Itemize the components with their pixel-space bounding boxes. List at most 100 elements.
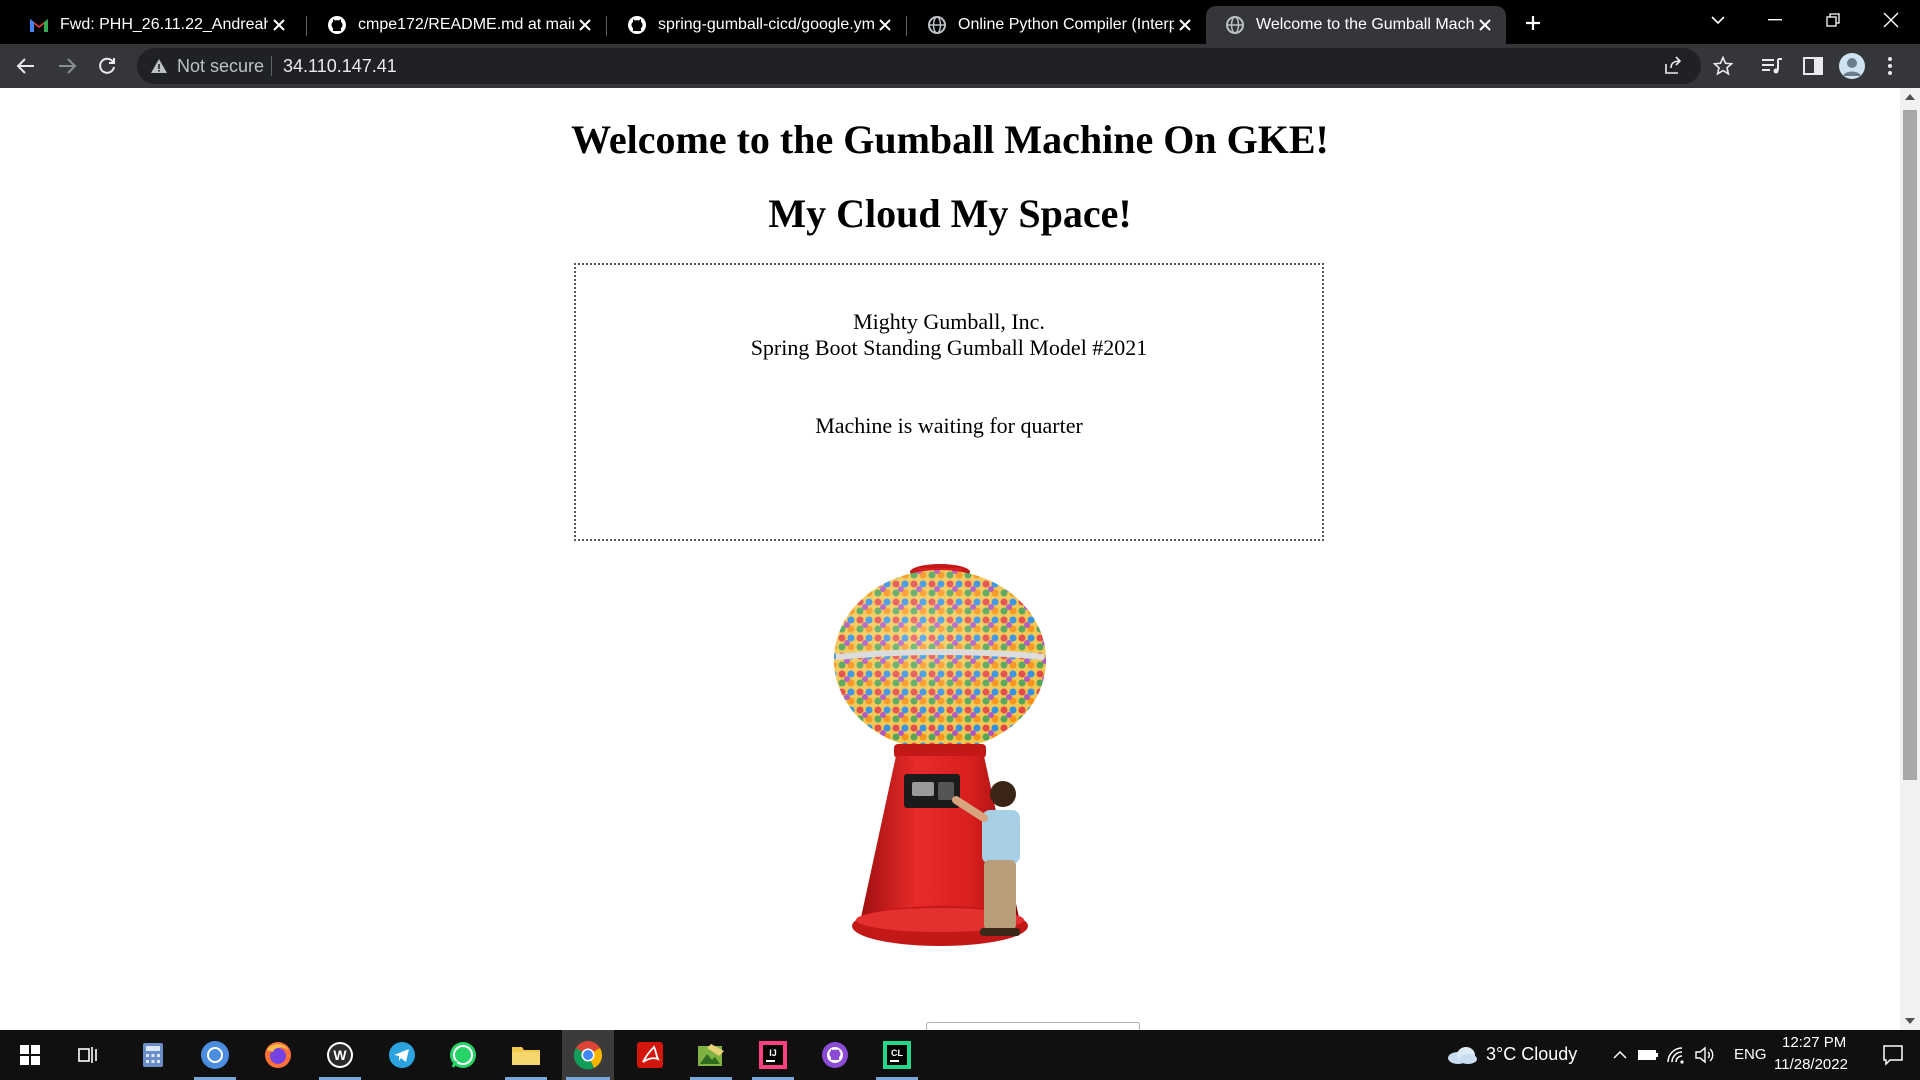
chromium-icon	[201, 1041, 229, 1069]
telegram-icon	[389, 1042, 415, 1068]
chrome-icon	[573, 1041, 603, 1070]
start-button[interactable]	[5, 1030, 55, 1080]
tab-github-readme[interactable]: cmpe172/README.md at main · g	[308, 6, 606, 44]
close-window-button[interactable]	[1864, 0, 1918, 40]
browser-menu-button[interactable]	[1880, 52, 1900, 80]
taskbar-clion[interactable]: CL	[872, 1030, 922, 1080]
clock-time[interactable]: 12:27 PM	[1782, 1034, 1846, 1051]
restore-button[interactable]	[1806, 0, 1860, 40]
reload-button[interactable]	[91, 50, 123, 82]
star-outline-icon	[1713, 56, 1733, 76]
reload-icon	[99, 57, 115, 74]
tab-gmail[interactable]: Fwd: PHH_26.11.22_Andreah - m	[10, 6, 300, 44]
calculator-icon	[143, 1043, 163, 1067]
clion-icon: CL	[883, 1041, 911, 1069]
minimize-icon	[1768, 19, 1782, 21]
close-tab-icon[interactable]	[268, 14, 290, 36]
star-icon[interactable]	[1633, 54, 1657, 78]
windows-taskbar: W IJ CL 3°C Cloudy ENG 12:27 PM 11/28/20…	[0, 1030, 1920, 1080]
forward-button[interactable]	[51, 50, 83, 82]
clock-date[interactable]: 11/28/2022	[1774, 1056, 1848, 1073]
language-indicator[interactable]: ENG	[1734, 1046, 1767, 1063]
machine-status: Machine is waiting for quarter	[815, 413, 1083, 438]
taskbar-whatsapp[interactable]	[438, 1030, 488, 1080]
partial-form-field[interactable]	[926, 1022, 1140, 1030]
tab-title: spring-gumball-cicd/google.yml	[658, 16, 874, 33]
taskbar-acrobat[interactable]	[625, 1030, 675, 1080]
tab-title: Welcome to the Gumball Machin	[1256, 16, 1474, 33]
github-icon	[326, 14, 348, 36]
tab-github-google-yml[interactable]: spring-gumball-cicd/google.yml	[608, 6, 906, 44]
weather-text[interactable]: 3°C Cloudy	[1486, 1044, 1577, 1065]
profile-avatar[interactable]	[1838, 52, 1866, 80]
taskbar-image-viewer[interactable]	[686, 1030, 736, 1080]
taskbar-intellij[interactable]: IJ	[748, 1030, 798, 1080]
w-app-icon: W	[327, 1042, 353, 1068]
notification-center-button[interactable]	[1868, 1030, 1918, 1080]
folder-icon	[512, 1047, 540, 1065]
share-icon[interactable]	[1661, 54, 1685, 78]
show-hidden-icons-button[interactable]	[1608, 1030, 1632, 1080]
weather-widget[interactable]	[1442, 1030, 1482, 1080]
gumball-machine-image	[834, 564, 1046, 946]
minimize-button[interactable]	[1748, 0, 1802, 40]
taskbar-file-explorer[interactable]	[501, 1030, 551, 1080]
taskbar-github-desktop[interactable]	[810, 1030, 860, 1080]
address-separator	[271, 56, 272, 76]
speaker-icon	[1695, 1046, 1714, 1064]
side-panel-icon	[1803, 57, 1823, 75]
tab-python-compiler[interactable]: Online Python Compiler (Interpre	[908, 6, 1206, 44]
whatsapp-icon	[450, 1042, 476, 1068]
scroll-up-icon[interactable]	[1904, 92, 1916, 102]
arrow-left-icon	[16, 58, 34, 74]
bookmark-star-button[interactable]	[1709, 52, 1737, 80]
taskbar-firefox[interactable]	[253, 1030, 303, 1080]
network-status[interactable]	[1664, 1030, 1688, 1080]
tab-title: Fwd: PHH_26.11.22_Andreah - m	[60, 16, 268, 33]
new-tab-button[interactable]	[1518, 8, 1548, 38]
model-name: Spring Boot Standing Gumball Model #2021	[750, 335, 1148, 360]
svg-text:CL: CL	[891, 1048, 903, 1058]
restore-icon	[1826, 13, 1840, 27]
security-status[interactable]: Not secure	[177, 56, 264, 77]
taskbar-webstorm[interactable]: W	[315, 1030, 365, 1080]
close-tab-icon[interactable]	[574, 14, 596, 36]
close-tab-icon[interactable]	[1174, 14, 1196, 36]
address-bar[interactable]: Not secure 34.110.147.41	[137, 48, 1701, 84]
media-controls-button[interactable]	[1758, 52, 1786, 80]
page-title: Welcome to the Gumball Machine On GKE!	[571, 117, 1329, 162]
chevron-up-icon	[1613, 1050, 1627, 1059]
cloud-icon	[1448, 1047, 1477, 1064]
browser-toolbar: Not secure 34.110.147.41	[0, 44, 1920, 88]
page-viewport: Welcome to the Gumball Machine On GKE! M…	[0, 88, 1900, 1030]
volume-control[interactable]	[1692, 1030, 1716, 1080]
image-viewer-icon	[698, 1044, 724, 1066]
taskbar-calculator[interactable]	[128, 1030, 178, 1080]
task-view-button[interactable]	[64, 1030, 114, 1080]
battery-status[interactable]	[1636, 1030, 1660, 1080]
firefox-icon	[265, 1042, 291, 1068]
windows-logo-icon	[20, 1045, 40, 1065]
tab-separator	[606, 16, 607, 36]
scrollbar-thumb[interactable]	[1903, 110, 1917, 780]
company-name: Mighty Gumball, Inc.	[853, 309, 1045, 334]
tab-title: cmpe172/README.md at main · g	[358, 16, 574, 33]
url-text[interactable]: 34.110.147.41	[283, 56, 397, 77]
tab-gumball-active[interactable]: Welcome to the Gumball Machin	[1206, 6, 1506, 44]
wifi-icon	[1667, 1047, 1684, 1064]
warning-icon[interactable]	[149, 56, 169, 76]
scroll-down-icon[interactable]	[1904, 1016, 1916, 1026]
taskbar-chrome[interactable]	[562, 1030, 614, 1080]
tab-separator	[906, 16, 907, 36]
close-tab-icon[interactable]	[874, 14, 896, 36]
taskbar-chromium[interactable]	[190, 1030, 240, 1080]
globe-icon	[926, 14, 948, 36]
back-button[interactable]	[10, 50, 42, 82]
close-tab-icon[interactable]	[1474, 14, 1496, 36]
avatar-icon	[1839, 53, 1865, 79]
side-panel-button[interactable]	[1799, 52, 1827, 80]
github-desktop-icon	[822, 1042, 848, 1068]
tab-search-button[interactable]	[1692, 0, 1744, 40]
taskbar-telegram[interactable]	[377, 1030, 427, 1080]
page-scrollbar[interactable]	[1900, 88, 1920, 1030]
